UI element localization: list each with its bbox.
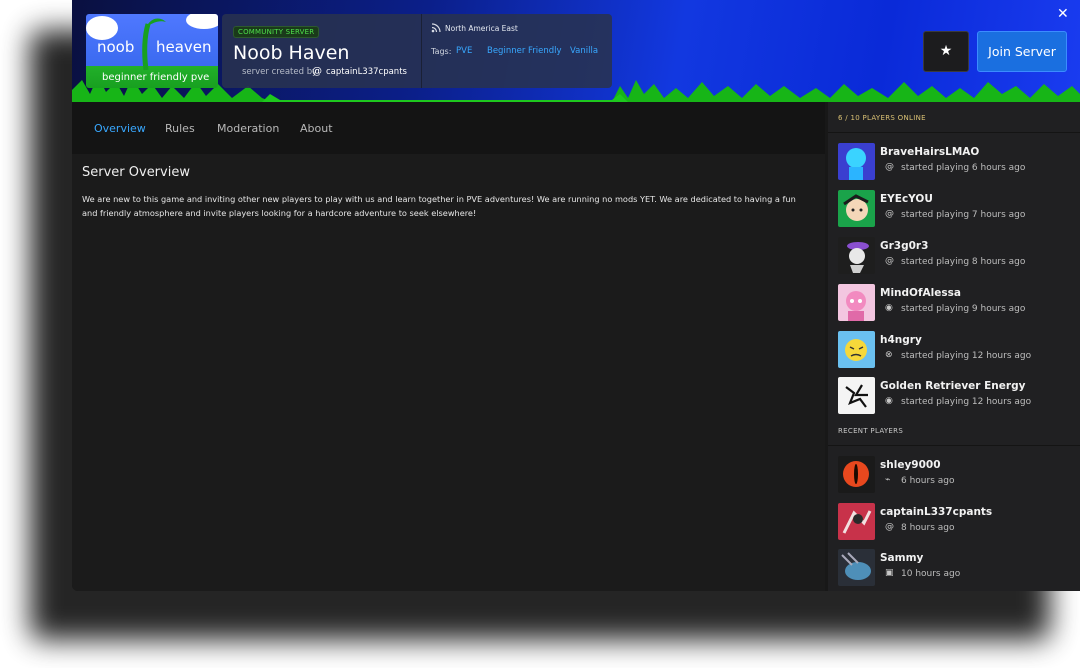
- at-icon: @: [885, 209, 894, 219]
- overview-title: Server Overview: [82, 165, 190, 180]
- playstation-icon: ⌁: [885, 475, 891, 485]
- info-divider: [421, 14, 422, 88]
- star-icon: ★: [939, 43, 953, 59]
- at-icon: @: [885, 522, 894, 532]
- player-row[interactable]: BraveHairsLMAO @ started playing 6 hours…: [838, 143, 1078, 181]
- recent-player-row[interactable]: Sammy ▣ 10 hours ago: [838, 549, 1078, 587]
- player-status: started playing 12 hours ago: [901, 397, 1032, 407]
- steam-icon: ◉: [885, 303, 893, 313]
- player-row[interactable]: Golden Retriever Energy ◉ started playin…: [838, 377, 1078, 415]
- avatar: [838, 331, 875, 368]
- server-info-box: COMMUNITY SERVER Noob Haven server creat…: [222, 14, 612, 88]
- recent-player-row[interactable]: shley9000 ⌁ 6 hours ago: [838, 456, 1078, 494]
- server-banner: noob heaven beginner friendly pve COMMUN…: [72, 0, 1080, 102]
- server-logo: noob heaven beginner friendly pve: [86, 14, 218, 88]
- tab-overview[interactable]: Overview: [94, 122, 146, 135]
- server-region: North America East: [445, 24, 518, 33]
- tag-pve[interactable]: PVE: [456, 46, 472, 56]
- player-row[interactable]: h4ngry ⊗ started playing 12 hours ago: [838, 331, 1078, 369]
- logo-word-heaven: heaven: [156, 38, 212, 56]
- xbox-icon: ⊗: [885, 350, 893, 360]
- join-server-button[interactable]: Join Server: [977, 31, 1067, 72]
- tag-beginner-friendly[interactable]: Beginner Friendly: [487, 46, 562, 56]
- tab-about[interactable]: About: [300, 122, 333, 135]
- avatar: [838, 503, 875, 540]
- player-name: Golden Retriever Energy: [880, 380, 1026, 392]
- favorite-button[interactable]: ★: [923, 31, 969, 72]
- tab-moderation[interactable]: Moderation: [217, 122, 279, 135]
- player-status: started playing 8 hours ago: [901, 257, 1026, 267]
- logo-tagline: beginner friendly pve: [102, 72, 210, 83]
- avatar: [838, 237, 875, 274]
- avatar: [838, 377, 875, 414]
- player-status: 6 hours ago: [901, 476, 955, 486]
- sidebar-divider: [828, 445, 1080, 446]
- player-status: started playing 7 hours ago: [901, 210, 1026, 220]
- recent-players-header: RECENT PLAYERS: [838, 427, 904, 435]
- player-status: started playing 6 hours ago: [901, 163, 1026, 173]
- avatar: [838, 456, 875, 493]
- at-icon: @: [885, 256, 894, 266]
- player-row[interactable]: EYEcYOU @ started playing 7 hours ago: [838, 190, 1078, 228]
- player-status: 8 hours ago: [901, 523, 955, 533]
- player-name: MindOfAlessa: [880, 287, 961, 299]
- players-sidebar: 6 / 10 PLAYERS ONLINE BraveHairsLMAO @ s…: [828, 102, 1080, 591]
- tags-label: Tags:: [431, 47, 452, 56]
- player-row[interactable]: MindOfAlessa ◉ started playing 9 hours a…: [838, 284, 1078, 322]
- logo-word-noob: noob: [97, 38, 135, 56]
- players-online-header: 6 / 10 PLAYERS ONLINE: [838, 114, 926, 122]
- sidebar-divider: [828, 132, 1080, 133]
- avatar: [838, 549, 875, 586]
- community-server-badge: COMMUNITY SERVER: [233, 26, 320, 38]
- player-name: EYEcYOU: [880, 193, 933, 205]
- overview-text: We are new to this game and inviting oth…: [82, 194, 796, 218]
- overview-panel: Server Overview We are new to this game …: [72, 154, 825, 591]
- player-row[interactable]: Gr3g0r3 @ started playing 8 hours ago: [838, 237, 1078, 275]
- close-icon[interactable]: ✕: [1057, 6, 1069, 22]
- player-status: started playing 12 hours ago: [901, 351, 1032, 361]
- at-icon: @: [885, 162, 894, 172]
- recent-player-row[interactable]: captainL337cpants @ 8 hours ago: [838, 503, 1078, 541]
- player-name: BraveHairsLMAO: [880, 146, 980, 158]
- player-name: Gr3g0r3: [880, 240, 929, 252]
- player-name: captainL337cpants: [880, 506, 993, 518]
- steam-icon: ◉: [885, 396, 893, 406]
- avatar: [838, 284, 875, 321]
- player-status: started playing 9 hours ago: [901, 304, 1026, 314]
- player-name: shley9000: [880, 459, 941, 471]
- created-by-label: server created by: [242, 67, 318, 77]
- creator-link[interactable]: captainL337cpants: [326, 67, 407, 77]
- player-status: 10 hours ago: [901, 569, 961, 579]
- tag-vanilla[interactable]: Vanilla: [570, 46, 598, 56]
- switch-icon: ▣: [885, 568, 894, 578]
- at-icon: @: [312, 66, 322, 77]
- avatar: [838, 190, 875, 227]
- server-title: Noob Haven: [233, 42, 350, 64]
- tab-rules[interactable]: Rules: [165, 122, 195, 135]
- player-name: Sammy: [880, 552, 924, 564]
- server-window: noob heaven beginner friendly pve COMMUN…: [72, 0, 1080, 591]
- player-name: h4ngry: [880, 334, 922, 346]
- avatar: [838, 143, 875, 180]
- rss-icon: [431, 23, 441, 36]
- tab-bar: Overview Rules Moderation About: [72, 102, 825, 154]
